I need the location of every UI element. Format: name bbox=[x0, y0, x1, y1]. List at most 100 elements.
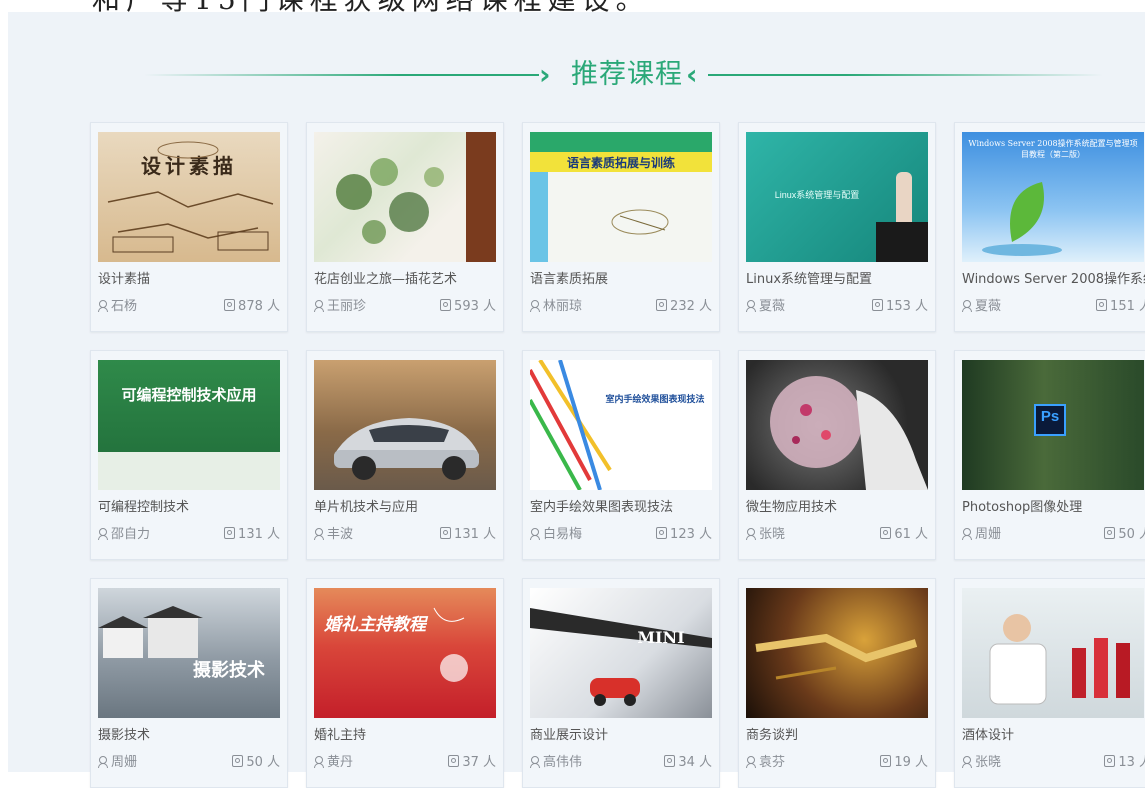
course-title[interactable]: 微生物应用技术 bbox=[746, 496, 931, 515]
enrollment-count: 19 人 bbox=[894, 755, 928, 770]
leaf-illustration bbox=[982, 182, 1062, 256]
course-title[interactable]: 婚礼主持 bbox=[314, 724, 499, 743]
course-meta: 袁芬 19 人 bbox=[746, 751, 928, 770]
course-thumbnail[interactable] bbox=[746, 360, 928, 490]
people-icon bbox=[1096, 299, 1108, 311]
user-icon bbox=[530, 756, 540, 768]
enrollment-count: 61 人 bbox=[894, 527, 928, 542]
course-meta: 张晓 13 人 bbox=[962, 751, 1145, 770]
course-card[interactable]: 单片机技术与应用 丰波 131 人 bbox=[306, 350, 504, 560]
course-title[interactable]: 酒体设计 bbox=[962, 724, 1145, 743]
heading-line-right bbox=[708, 74, 1103, 76]
people-icon bbox=[224, 299, 236, 311]
village-illustration bbox=[98, 606, 203, 658]
teacher-name: 林丽琼 bbox=[543, 299, 583, 314]
teacher-name: 周姗 bbox=[975, 527, 1002, 542]
course-card[interactable]: 酒体设计 张晓 13 人 bbox=[954, 578, 1145, 788]
heading-line-left bbox=[144, 74, 539, 76]
course-title[interactable]: Windows Server 2008操作系统配置 bbox=[962, 268, 1145, 287]
people-icon bbox=[1104, 755, 1116, 767]
sketch-illustration bbox=[107, 141, 274, 253]
bouquet-illustration bbox=[433, 607, 468, 682]
user-icon bbox=[530, 300, 540, 312]
course-card[interactable]: MINI 商业展示设计 高伟伟 34 人 bbox=[522, 578, 720, 788]
chevron-left-icon: ‹ bbox=[686, 58, 698, 91]
course-meta: 石杨 878 人 bbox=[98, 295, 280, 314]
course-title[interactable]: 设计素描 bbox=[98, 268, 283, 287]
people-icon bbox=[656, 299, 668, 311]
teacher-name: 黄丹 bbox=[327, 755, 354, 770]
course-meta: 白易梅 123 人 bbox=[530, 523, 712, 542]
course-meta: 黄丹 37 人 bbox=[314, 751, 496, 770]
course-card[interactable]: 花店创业之旅—插花艺术 王丽珍 593 人 bbox=[306, 122, 504, 332]
course-thumbnail[interactable]: Windows Server 2008操作系统配置与管理项目教程（第二版） bbox=[962, 132, 1144, 262]
course-card[interactable]: Linux系统管理与配置 Linux系统管理与配置 夏薇 153 人 bbox=[738, 122, 936, 332]
course-card[interactable]: 商务谈判 袁芬 19 人 bbox=[738, 578, 936, 788]
course-title[interactable]: 语言素质拓展 bbox=[530, 268, 715, 287]
course-thumbnail[interactable]: 摄影技术 bbox=[98, 588, 280, 718]
user-icon bbox=[962, 756, 972, 768]
teacher-name: 石杨 bbox=[111, 299, 138, 314]
course-meta: 周姗 50 人 bbox=[98, 751, 280, 770]
people-icon bbox=[232, 755, 244, 767]
course-card[interactable]: 设计素描 设计素描 石杨 878 人 bbox=[90, 122, 288, 332]
course-title[interactable]: 室内手绘效果图表现技法 bbox=[530, 496, 715, 515]
course-thumbnail[interactable]: Linux系统管理与配置 bbox=[746, 132, 928, 262]
enrollment: 153 人 bbox=[872, 295, 928, 314]
course-card[interactable]: 婚礼主持教程 婚礼主持 黄丹 37 人 bbox=[306, 578, 504, 788]
course-thumbnail[interactable] bbox=[746, 588, 928, 718]
teacher: 白易梅 bbox=[530, 523, 582, 542]
teacher: 林丽琼 bbox=[530, 295, 582, 314]
course-thumbnail[interactable]: MINI bbox=[530, 588, 712, 718]
teacher: 高伟伟 bbox=[530, 751, 582, 770]
course-title[interactable]: Linux系统管理与配置 bbox=[746, 268, 931, 287]
course-card[interactable]: Windows Server 2008操作系统配置与管理项目教程（第二版） Wi… bbox=[954, 122, 1145, 332]
people-icon bbox=[1104, 527, 1116, 539]
course-card[interactable]: 微生物应用技术 张晓 61 人 bbox=[738, 350, 936, 560]
teacher: 邵自力 bbox=[98, 523, 150, 542]
course-title[interactable]: 单片机技术与应用 bbox=[314, 496, 499, 515]
course-card[interactable]: Ps Photoshop图像处理 周姗 50 人 bbox=[954, 350, 1145, 560]
expo-illustration bbox=[530, 608, 712, 706]
enrollment-count: 232 人 bbox=[670, 299, 712, 314]
user-icon bbox=[98, 528, 108, 540]
course-card[interactable]: 可编程控制技术应用 可编程控制技术 邵自力 131 人 bbox=[90, 350, 288, 560]
enrollment-count: 153 人 bbox=[886, 299, 928, 314]
teacher: 夏薇 bbox=[746, 295, 785, 314]
enrollment-count: 34 人 bbox=[678, 755, 712, 770]
course-thumbnail[interactable]: 室内手绘效果图表现技法 bbox=[530, 360, 712, 490]
course-thumbnail[interactable] bbox=[314, 132, 496, 262]
course-card[interactable]: 室内手绘效果图表现技法 室内手绘效果图表现技法 白易梅 123 人 bbox=[522, 350, 720, 560]
course-thumbnail[interactable]: 语言素质拓展与训练 bbox=[530, 132, 712, 262]
course-card[interactable]: 语言素质拓展与训练 语言素质拓展 林丽琼 232 人 bbox=[522, 122, 720, 332]
course-thumbnail[interactable]: 婚礼主持教程 bbox=[314, 588, 496, 718]
teacher: 黄丹 bbox=[314, 751, 353, 770]
teacher-name: 袁芬 bbox=[759, 755, 786, 770]
enrollment: 13 人 bbox=[1104, 751, 1145, 770]
photoshop-logo: Ps bbox=[1034, 404, 1066, 436]
course-title[interactable]: 花店创业之旅—插花艺术 bbox=[314, 268, 499, 287]
user-icon bbox=[962, 528, 972, 540]
course-thumbnail[interactable] bbox=[962, 588, 1144, 718]
course-thumbnail[interactable]: 设计素描 bbox=[98, 132, 280, 262]
course-thumbnail[interactable]: Ps bbox=[962, 360, 1144, 490]
teacher: 周姗 bbox=[98, 751, 137, 770]
course-thumbnail[interactable] bbox=[314, 360, 496, 490]
enrollment-count: 593 人 bbox=[454, 299, 496, 314]
course-title[interactable]: 摄影技术 bbox=[98, 724, 283, 743]
course-card[interactable]: 摄影技术 摄影技术 周姗 50 人 bbox=[90, 578, 288, 788]
hand-illustration bbox=[876, 172, 928, 262]
course-title[interactable]: Photoshop图像处理 bbox=[962, 496, 1145, 515]
course-meta: 夏薇 151 人 bbox=[962, 295, 1145, 314]
course-title[interactable]: 可编程控制技术 bbox=[98, 496, 283, 515]
course-thumbnail[interactable]: 可编程控制技术应用 bbox=[98, 360, 280, 490]
course-title[interactable]: 商业展示设计 bbox=[530, 724, 715, 743]
teacher-name: 周姗 bbox=[111, 755, 138, 770]
lab-illustration bbox=[989, 614, 1130, 705]
enrollment: 50 人 bbox=[232, 751, 280, 770]
flower-illustration bbox=[336, 132, 496, 262]
enrollment-count: 123 人 bbox=[670, 527, 712, 542]
people-icon bbox=[656, 527, 668, 539]
people-icon bbox=[872, 299, 884, 311]
course-title[interactable]: 商务谈判 bbox=[746, 724, 931, 743]
